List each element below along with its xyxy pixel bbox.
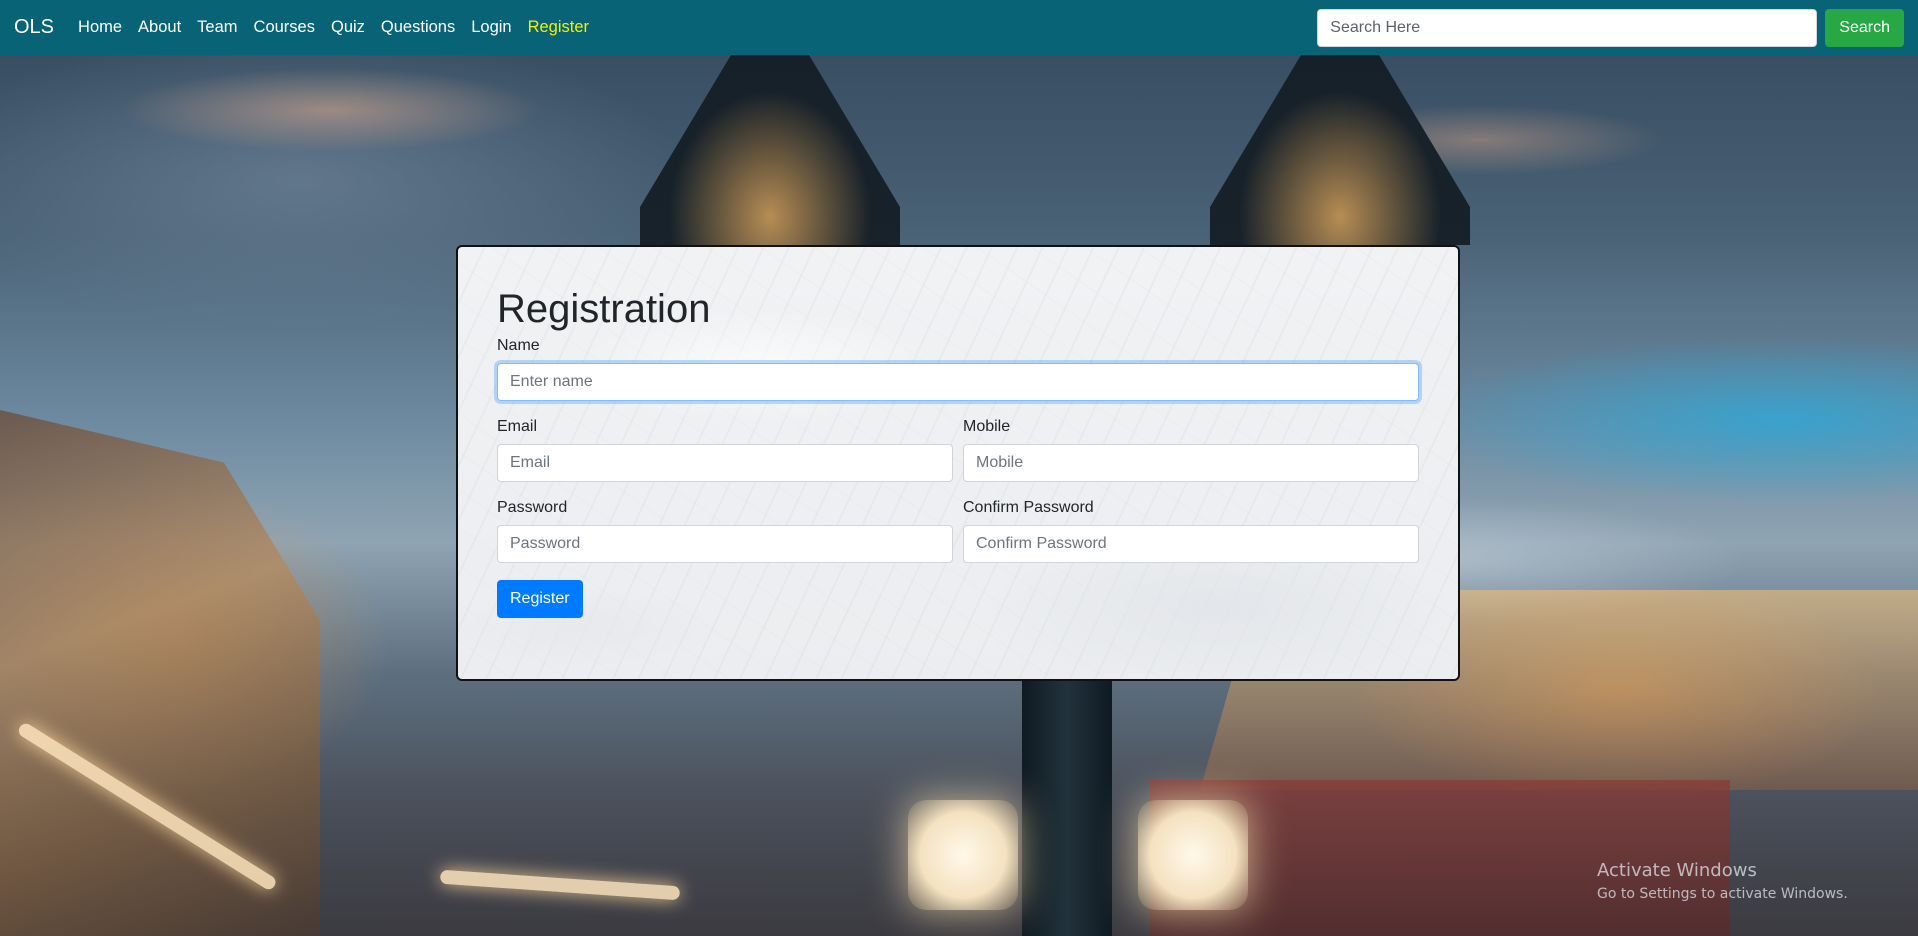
name-input[interactable] bbox=[497, 363, 1419, 401]
background-lamp-pole bbox=[1022, 680, 1112, 936]
windows-activation-watermark: Activate Windows Go to Settings to activ… bbox=[1597, 860, 1848, 902]
nav-link-quiz[interactable]: Quiz bbox=[331, 18, 365, 37]
email-group: Email bbox=[497, 418, 953, 482]
mobile-input[interactable] bbox=[963, 444, 1419, 482]
email-input[interactable] bbox=[497, 444, 953, 482]
nav-link-team[interactable]: Team bbox=[197, 18, 237, 37]
search-input[interactable] bbox=[1317, 8, 1818, 47]
nav-link-login[interactable]: Login bbox=[471, 18, 511, 37]
password-input[interactable] bbox=[497, 525, 953, 563]
mobile-label: Mobile bbox=[963, 418, 1011, 435]
nav-links: Home About Team Courses Quiz Questions L… bbox=[78, 18, 605, 37]
watermark-subtitle: Go to Settings to activate Windows. bbox=[1597, 886, 1848, 902]
nav-link-register[interactable]: Register bbox=[528, 18, 589, 37]
top-navbar: OLS Home About Team Courses Quiz Questio… bbox=[0, 0, 1918, 55]
registration-card: Registration Name Email Mobile Password … bbox=[456, 245, 1460, 681]
nav-link-courses[interactable]: Courses bbox=[254, 18, 315, 37]
watermark-title: Activate Windows bbox=[1597, 860, 1757, 881]
confirm-password-group: Confirm Password bbox=[963, 499, 1419, 563]
nav-link-questions[interactable]: Questions bbox=[381, 18, 455, 37]
password-label: Password bbox=[497, 499, 568, 516]
mobile-group: Mobile bbox=[963, 418, 1419, 482]
password-row: Password Confirm Password bbox=[497, 499, 1419, 563]
register-button[interactable]: Register bbox=[497, 580, 583, 618]
name-label: Name bbox=[497, 337, 540, 354]
search-form: Search bbox=[1317, 8, 1904, 47]
page-title: Registration bbox=[497, 287, 711, 331]
background-lamp-left bbox=[640, 55, 900, 245]
background-house bbox=[0, 410, 320, 936]
background-lamp-glow-left bbox=[908, 800, 1018, 910]
brand-logo[interactable]: OLS bbox=[14, 16, 54, 39]
background-lamp-glow-right bbox=[1138, 800, 1248, 910]
background-string-lights-bottom bbox=[439, 869, 681, 901]
nav-link-home[interactable]: Home bbox=[78, 18, 122, 37]
confirm-password-input[interactable] bbox=[963, 525, 1419, 563]
email-mobile-row: Email Mobile bbox=[497, 418, 1419, 482]
nav-link-about[interactable]: About bbox=[138, 18, 181, 37]
search-button[interactable]: Search bbox=[1825, 8, 1904, 47]
name-group: Name bbox=[497, 337, 1419, 401]
email-label: Email bbox=[497, 418, 538, 435]
password-group: Password bbox=[497, 499, 953, 563]
background-lamp-right bbox=[1210, 55, 1470, 245]
confirm-password-label: Confirm Password bbox=[963, 499, 1094, 516]
